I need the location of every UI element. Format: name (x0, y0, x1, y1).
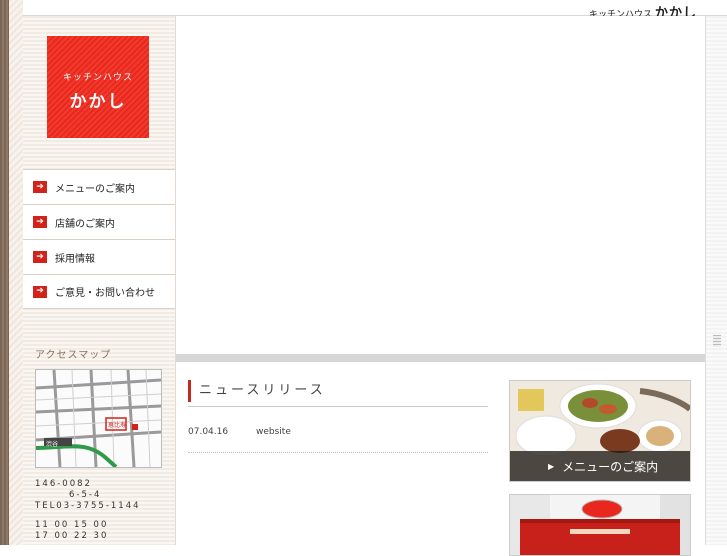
map-label-shop: 恵比寿 (108, 422, 127, 429)
shop-banner[interactable] (509, 494, 691, 556)
arrow-right-icon: ➔ (33, 181, 47, 193)
phone-number: TEL03-3755-1144 (35, 501, 141, 511)
sidebar: キッチンハウス かかし ➔ メニューのご案内 ➔ 店舗のご案内 ➔ 採用情報 ➔… (23, 16, 176, 545)
hours-lunch: 11 00 15 00 (35, 520, 109, 530)
address-block: 146-0082 6-5-4 TEL03-3755-1144 11 00 15 … (35, 479, 141, 542)
arrow-right-icon: ➔ (33, 251, 47, 263)
nav-item-label: ご意見・お問い合わせ (55, 288, 155, 299)
menu-banner-label: メニューのご案内 (562, 459, 659, 474)
street-address: 6-5-4 (69, 490, 102, 500)
left-border-pattern (0, 0, 9, 545)
hero-area (176, 16, 703, 354)
nav-item-recruit[interactable]: ➔ 採用情報 (23, 239, 175, 274)
logo-line1: キッチンハウス (62, 73, 133, 83)
postal-code: 146-0082 (35, 479, 92, 489)
site-logo[interactable]: キッチンハウス かかし (47, 36, 149, 138)
arrow-right-icon: ➔ (33, 216, 47, 228)
news-date: 07.04.16 (188, 427, 229, 437)
play-triangle-icon: ▶ (548, 461, 555, 471)
nav-item-label: 採用情報 (55, 253, 95, 265)
news-section-title: ニュースリリース (188, 380, 326, 402)
news-title-rule (188, 406, 488, 407)
hours-dinner: 17 00 22 30 (35, 531, 109, 541)
map-graphic (36, 370, 161, 467)
news-text: website (256, 427, 291, 437)
nav-item-contact[interactable]: ➔ ご意見・お問い合わせ (23, 274, 175, 309)
map-label-station: 渋谷 (46, 441, 59, 448)
logo-line2: かかし (69, 92, 127, 112)
scroll-handle[interactable] (713, 335, 721, 347)
nav-item-label: 店舗のご案内 (55, 218, 115, 230)
content-divider (176, 354, 705, 362)
sidebar-nav: ➔ メニューのご案内 ➔ 店舗のご案内 ➔ 採用情報 ➔ ご意見・お問い合わせ (23, 169, 175, 309)
right-scroll-gutter (705, 16, 727, 545)
menu-banner[interactable]: ▶ メニューのご案内 (509, 380, 691, 482)
top-bar: キッチンハウス かかし (23, 0, 727, 21)
news-item[interactable]: 07.04.16 website (188, 427, 291, 437)
nav-item-shop[interactable]: ➔ 店舗のご案内 (23, 204, 175, 239)
access-map-title: アクセスマップ (35, 350, 112, 361)
nav-item-menu[interactable]: ➔ メニューのご案内 (23, 169, 175, 204)
shop-photo (510, 495, 690, 555)
left-border-stripe (9, 0, 23, 545)
arrow-right-icon: ➔ (33, 285, 47, 298)
access-map[interactable]: 渋谷 恵比寿 (35, 369, 162, 468)
menu-banner-caption: ▶ メニューのご案内 (510, 451, 690, 481)
news-separator (188, 452, 488, 453)
address-spacer (35, 512, 141, 520)
nav-item-label: メニューのご案内 (55, 183, 135, 195)
